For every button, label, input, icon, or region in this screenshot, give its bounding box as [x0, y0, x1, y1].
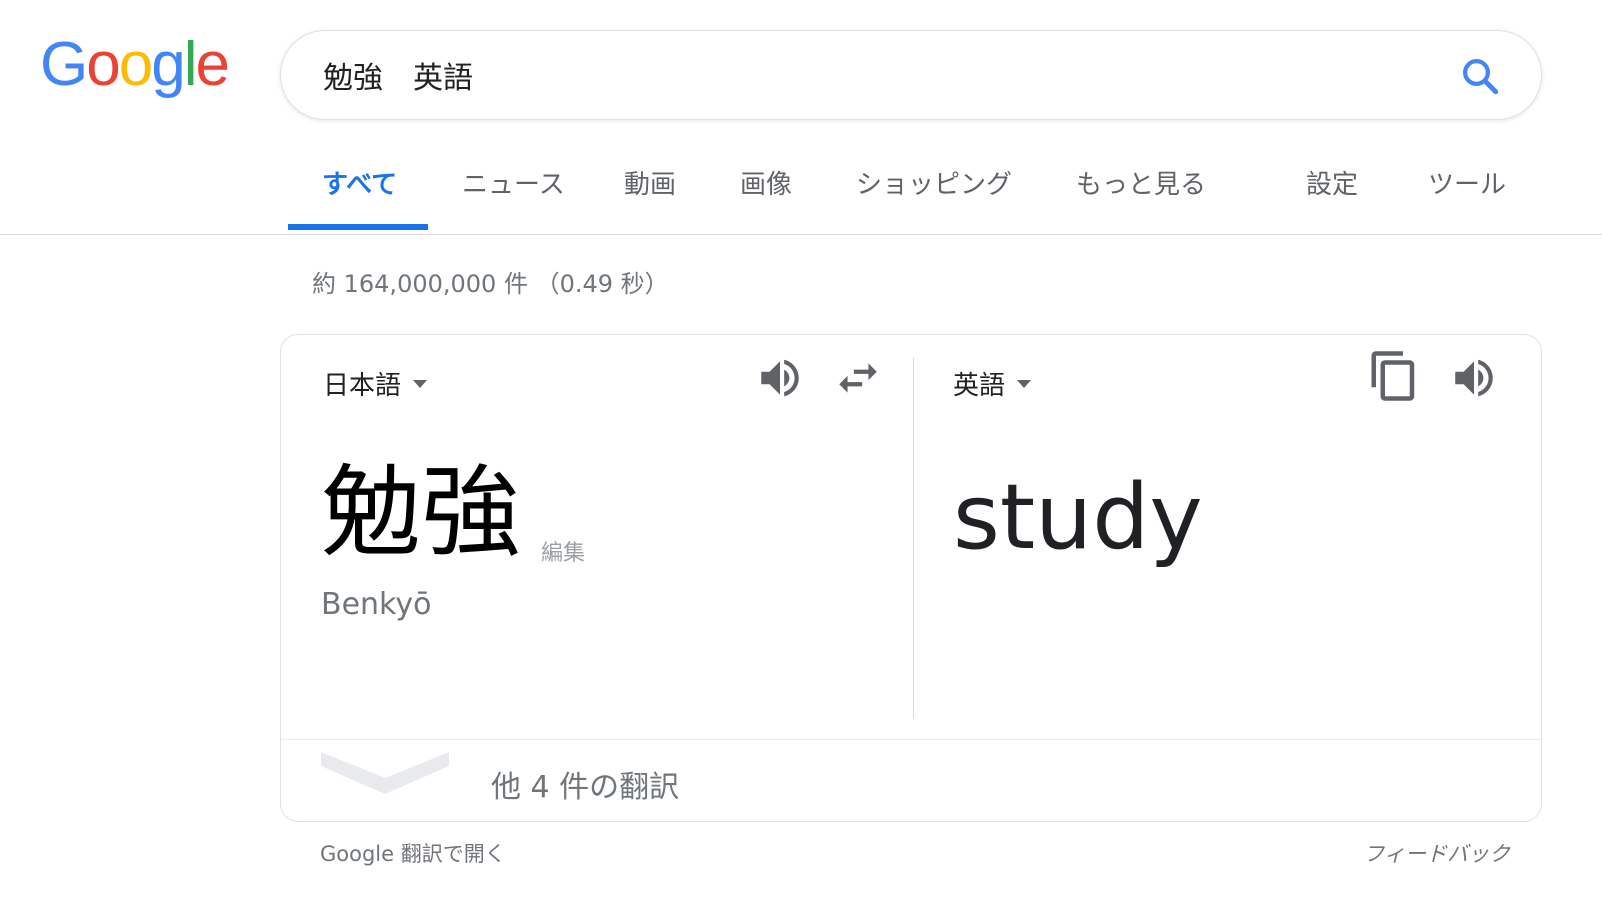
source-text[interactable]: 勉強: [321, 463, 521, 563]
more-translations-toggle[interactable]: 他 4 件の翻訳: [281, 740, 1541, 821]
tab-tools[interactable]: ツール: [1428, 164, 1506, 201]
logo-letter: o: [118, 30, 154, 99]
copy-translation-button[interactable]: [1367, 349, 1421, 403]
search-input[interactable]: [323, 49, 1403, 101]
target-language-select[interactable]: 英語: [953, 365, 1032, 402]
swap-languages-button[interactable]: [833, 353, 883, 403]
tab-news[interactable]: ニュース: [462, 164, 565, 201]
caret-down-icon: [1017, 379, 1032, 388]
logo-letter: l: [183, 30, 198, 99]
search-icon: [1463, 59, 1499, 95]
active-tab-indicator: [288, 224, 428, 230]
speaker-icon: [761, 359, 799, 397]
copy-icon: [1371, 351, 1415, 401]
tab-videos[interactable]: 動画: [624, 164, 676, 201]
more-translations-label: 他 4 件の翻訳: [491, 770, 680, 805]
feedback-link[interactable]: フィードバック: [1363, 838, 1510, 868]
source-listen-button[interactable]: [755, 353, 805, 403]
search-box: [280, 30, 1542, 120]
tab-more[interactable]: もっと見る: [1076, 164, 1206, 201]
tab-settings[interactable]: 設定: [1306, 164, 1358, 201]
card-column-divider: [913, 357, 914, 719]
romanization: Benkyō: [321, 587, 432, 622]
search-tabs: すべて ニュース 動画 画像 ショッピング もっと見る 設定 ツール: [0, 150, 1602, 230]
translation-result: study: [953, 465, 1203, 570]
search-button[interactable]: [1459, 55, 1501, 97]
caret-down-icon: [413, 379, 428, 388]
tab-images[interactable]: 画像: [740, 164, 792, 201]
result-stats: 約 164,000,000 件 （0.49 秒）: [312, 270, 669, 298]
edit-source-link[interactable]: 編集: [541, 535, 585, 567]
chevron-down-icon: [321, 752, 449, 794]
source-language-select[interactable]: 日本語: [323, 365, 428, 402]
target-listen-button[interactable]: [1449, 353, 1499, 403]
open-in-translate-link[interactable]: Google 翻訳で開く: [320, 838, 506, 868]
tab-shopping[interactable]: ショッピング: [856, 164, 1012, 201]
logo-letter: e: [195, 30, 230, 99]
translate-card: 日本語 英語 勉強 編集 Benkyō study 他 4 件の翻訳: [280, 334, 1542, 822]
logo-letter: g: [151, 30, 186, 99]
swap-icon: [839, 363, 877, 393]
google-logo[interactable]: Google: [40, 30, 230, 99]
target-language-label: 英語: [953, 371, 1006, 401]
tab-all[interactable]: すべて: [322, 164, 397, 201]
speaker-icon: [1455, 359, 1493, 397]
logo-letter: G: [40, 30, 88, 99]
logo-letter: o: [86, 30, 121, 99]
tabs-divider: [0, 234, 1602, 235]
source-language-label: 日本語: [323, 371, 402, 401]
